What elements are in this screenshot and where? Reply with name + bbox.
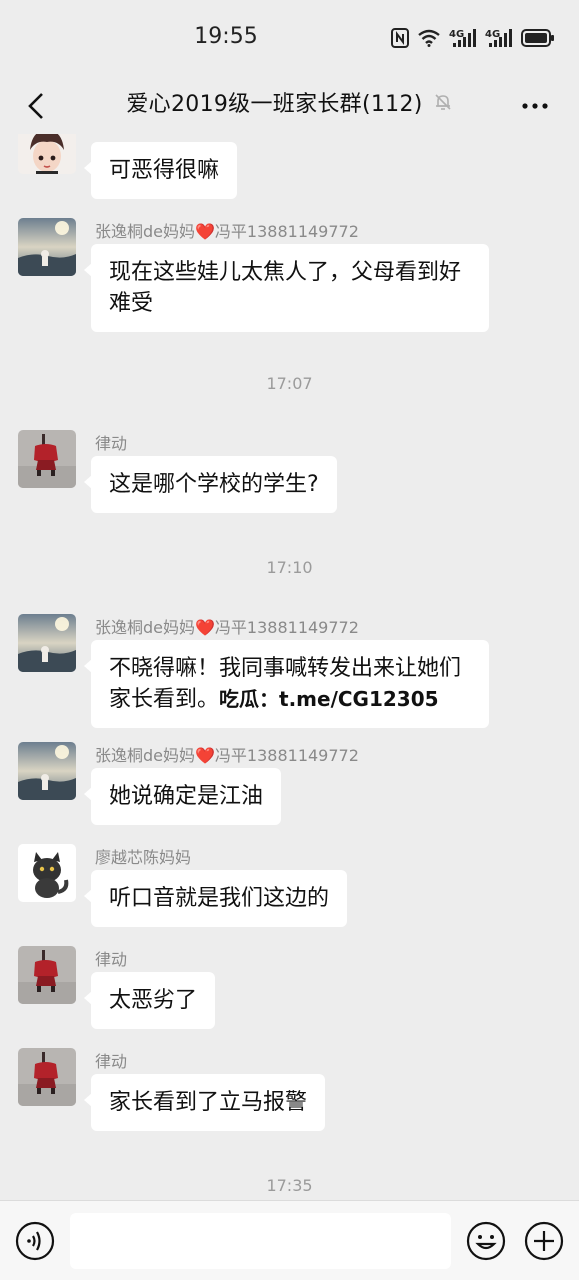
more-functions-button[interactable] — [524, 1221, 564, 1261]
timestamp: 17:07 — [266, 374, 313, 393]
message-text: 太恶劣了 — [109, 988, 198, 1013]
message-text: 家长看到了立马报警 — [109, 1090, 308, 1115]
message-bubble[interactable]: 她说确定是江油 — [83, 768, 282, 825]
message-text: 可恶得很嘛 — [109, 158, 220, 183]
chat-message-list[interactable]: 可恶得很嘛 张逸桐de妈妈❤️冯平13881149772 现在这些娃儿太焦人了，… — [0, 134, 579, 1200]
message-bubble[interactable]: 不晓得嘛！我同事喊转发出来让她们家长看到。吃瓜：t.me/CG12305 — [84, 640, 489, 728]
status-bar: 19:55 4G 4G — [0, 0, 579, 78]
sender-name: 律动 — [95, 434, 128, 453]
chat-title-wrap: 爱心2019级一班家长群(112) — [0, 86, 579, 118]
avatar[interactable] — [18, 614, 76, 672]
sender-name: 张逸桐de妈妈❤️冯平13881149772 — [95, 222, 359, 241]
message-bubble[interactable]: 可恶得很嘛 — [83, 142, 238, 199]
message-bubble[interactable]: 太恶劣了 — [83, 972, 216, 1029]
signal-4g-icon: 4G — [449, 29, 476, 47]
sender-name: 张逸桐de妈妈❤️冯平13881149772 — [95, 618, 359, 637]
message-text: 这是哪个学校的学生? — [109, 472, 319, 497]
sender-name: 廖越芯陈妈妈 — [95, 848, 192, 867]
wifi-icon — [418, 29, 440, 47]
message-item: 律动 这是哪个学校的学生? — [18, 430, 558, 520]
message-item: 律动 家长看到了立马报警 — [18, 1048, 558, 1138]
svg-text:4G: 4G — [485, 29, 500, 40]
battery-icon — [521, 29, 554, 47]
avatar[interactable] — [18, 1048, 76, 1106]
message-bubble[interactable]: 听口音就是我们这边的 — [83, 870, 348, 927]
timestamp: 17:10 — [266, 558, 313, 577]
avatar-sky-icon — [18, 218, 76, 276]
chat-header: 爱心2019级一班家长群(112) — [0, 78, 579, 134]
message-item: 张逸桐de妈妈❤️冯平13881149772 不晓得嘛！我同事喊转发出来让她们家… — [18, 614, 558, 734]
avatar-sky-icon — [18, 742, 76, 800]
sender-name: 律动 — [95, 1052, 128, 1071]
status-time: 19:55 — [194, 24, 258, 49]
emoji-icon — [466, 1221, 506, 1261]
avatar-cat-icon — [18, 844, 76, 902]
avatar-red-icon — [18, 1048, 76, 1106]
svg-text:4G: 4G — [449, 29, 464, 40]
avatar[interactable] — [18, 844, 76, 902]
avatar-red-icon — [18, 430, 76, 488]
message-item: 律动 太恶劣了 — [18, 946, 558, 1036]
avatar[interactable] — [18, 134, 76, 174]
plus-icon — [524, 1221, 564, 1261]
message-text: 现在这些娃儿太焦人了，父母看到好难受 — [109, 260, 462, 316]
avatar[interactable] — [18, 946, 76, 1004]
avatar[interactable] — [18, 430, 76, 488]
voice-button[interactable] — [15, 1221, 55, 1261]
more-button[interactable] — [515, 88, 555, 124]
message-bubble[interactable]: 这是哪个学校的学生? — [84, 456, 337, 513]
message-item: 张逸桐de妈妈❤️冯平13881149772 她说确定是江油 — [18, 742, 558, 832]
timestamp: 17:35 — [266, 1176, 313, 1195]
avatar[interactable] — [18, 218, 76, 276]
signal-4g-icon: 4G — [485, 29, 512, 47]
sender-name: 张逸桐de妈妈❤️冯平13881149772 — [95, 746, 359, 765]
nfc-icon — [391, 28, 409, 48]
message-item: 可恶得很嘛 — [18, 134, 558, 206]
chat-title: 爱心2019级一班家长群(112) — [126, 92, 423, 117]
avatar-red-icon — [18, 946, 76, 1004]
avatar[interactable] — [18, 742, 76, 800]
bell-off-icon — [433, 92, 453, 112]
message-item: 张逸桐de妈妈❤️冯平13881149772 现在这些娃儿太焦人了，父母看到好难… — [18, 218, 558, 338]
input-bar — [0, 1200, 579, 1280]
more-dots-icon — [522, 103, 548, 109]
message-text: 她说确定是江油 — [109, 784, 264, 809]
emoji-button[interactable] — [466, 1221, 506, 1261]
voice-icon — [15, 1221, 55, 1261]
avatar-sky-icon — [18, 614, 76, 672]
message-item: 廖越芯陈妈妈 听口音就是我们这边的 — [18, 844, 558, 934]
message-bubble[interactable]: 现在这些娃儿太焦人了，父母看到好难受 — [84, 244, 489, 332]
message-bubble[interactable]: 家长看到了立马报警 — [83, 1074, 326, 1131]
message-link-text: 吃瓜：t.me/CG12305 — [219, 687, 439, 711]
message-input[interactable] — [70, 1213, 451, 1269]
avatar-girl-icon — [18, 134, 76, 174]
message-text: 听口音就是我们这边的 — [109, 886, 330, 911]
sender-name: 律动 — [95, 950, 128, 969]
status-icons: 4G 4G — [391, 26, 555, 50]
